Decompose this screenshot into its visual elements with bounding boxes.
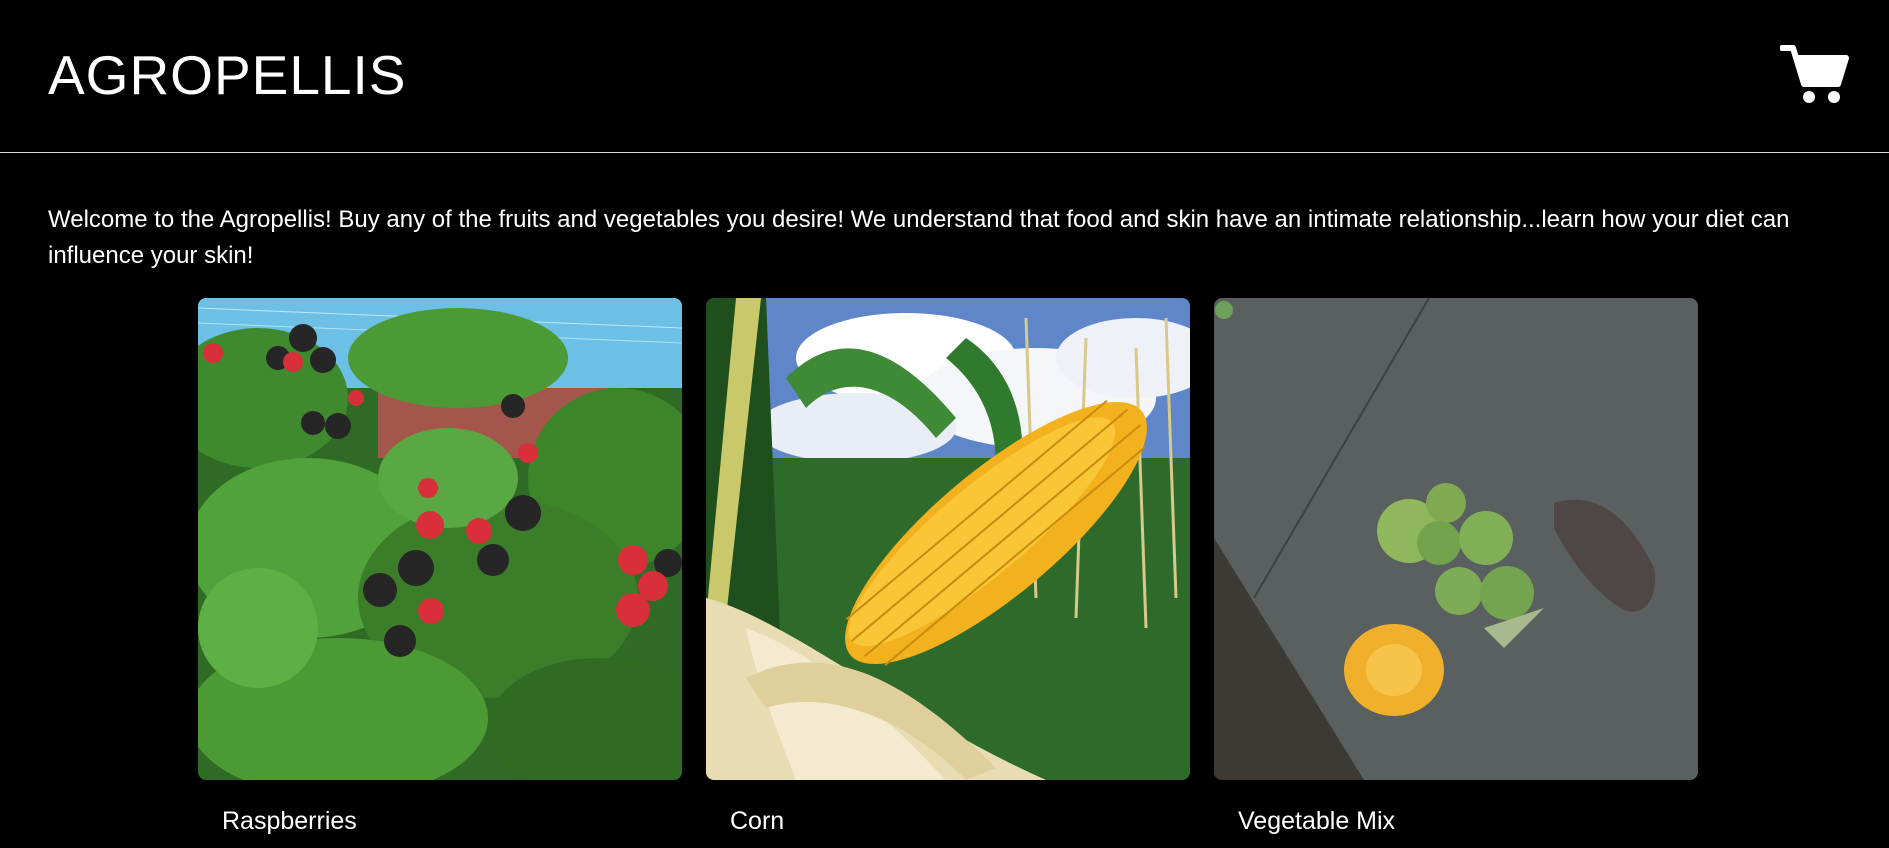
- site-header: AGROPELLIS: [0, 0, 1889, 153]
- welcome-text: Welcome to the Agropellis! Buy any of th…: [48, 206, 1790, 269]
- raspberry-bush-photo[interactable]: [198, 298, 682, 780]
- shopping-cart-icon[interactable]: [1779, 42, 1850, 106]
- product-name[interactable]: Corn: [730, 806, 784, 836]
- product-card-vegetable-mix[interactable]: Vegetable Mix: [1214, 298, 1698, 835]
- brand-logo-text[interactable]: AGROPELLIS: [48, 40, 406, 110]
- product-gallery: Raspberries Corn Vegetable Mix: [198, 298, 1698, 848]
- product-name[interactable]: Vegetable Mix: [1238, 806, 1395, 836]
- corn-cob-photo[interactable]: [706, 298, 1190, 780]
- product-card-corn[interactable]: Corn: [706, 298, 1190, 835]
- product-card-raspberries[interactable]: Raspberries: [198, 298, 682, 835]
- vegetable-mix-photo[interactable]: [1214, 298, 1698, 780]
- product-name[interactable]: Raspberries: [222, 806, 357, 836]
